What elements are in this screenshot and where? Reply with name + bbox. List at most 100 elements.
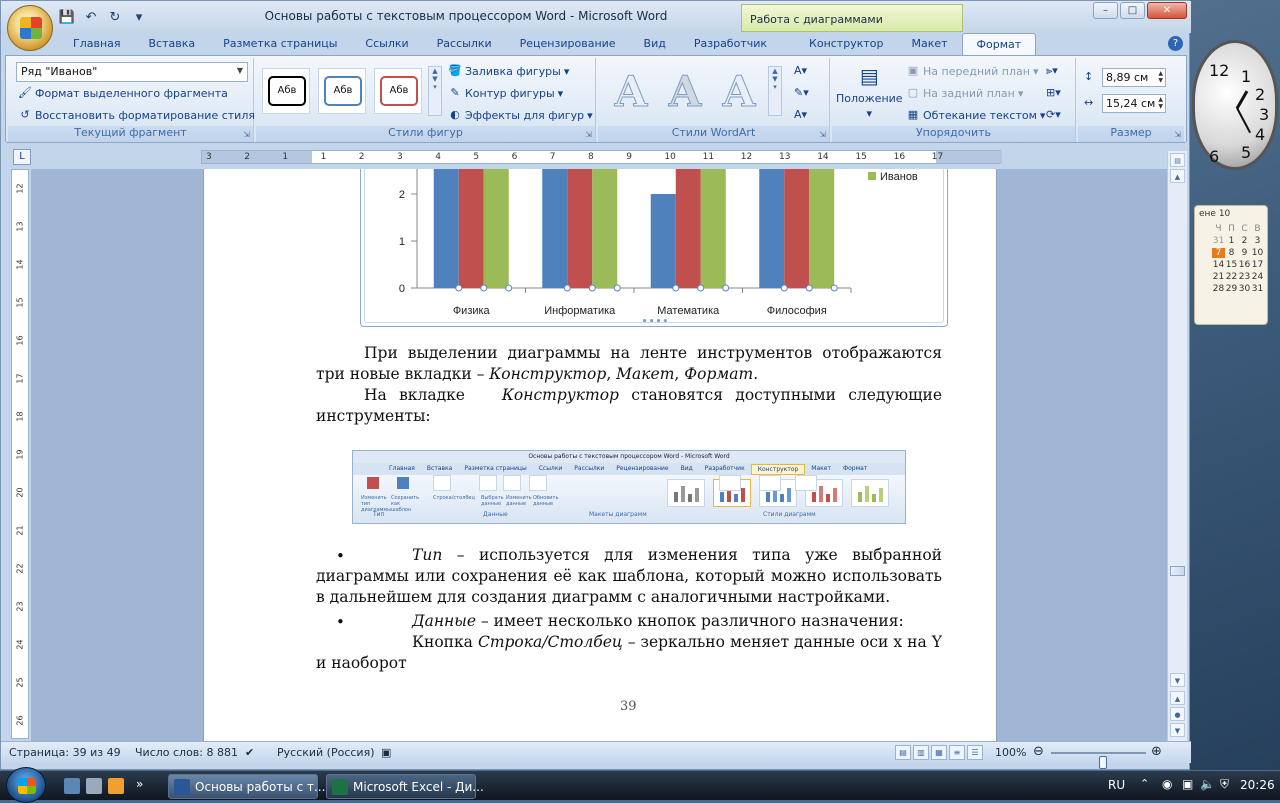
- page-count[interactable]: Страница: 39 из 49: [9, 746, 121, 759]
- network-icon[interactable]: ▣: [1182, 777, 1193, 791]
- taskbar-word-button[interactable]: Основы работы с т...: [168, 774, 325, 799]
- wordart-style[interactable]: A: [606, 67, 656, 116]
- taskbar-excel-button[interactable]: Microsoft Excel - Ди...: [326, 774, 484, 799]
- view-web-icon[interactable]: ▦: [931, 745, 947, 760]
- scroll-down-icon[interactable]: ▼: [1170, 673, 1185, 687]
- spelling-icon[interactable]: ✔: [245, 746, 254, 759]
- tab-insert[interactable]: Вставка: [135, 33, 210, 55]
- office-button[interactable]: [7, 5, 53, 51]
- clock-time[interactable]: 20:26: [1240, 778, 1275, 792]
- shape-style-thumb[interactable]: Абв: [262, 68, 310, 114]
- calendar-day[interactable]: 17: [1251, 260, 1264, 270]
- calendar-day[interactable]: 24: [1251, 272, 1264, 282]
- maximize-button[interactable]: □: [1120, 2, 1145, 19]
- dialog-launcher-icon[interactable]: ⇲: [243, 130, 250, 139]
- language-indicator[interactable]: RU: [1108, 778, 1125, 792]
- scroll-up-icon[interactable]: ▲: [1170, 169, 1185, 183]
- calendar-day[interactable]: 21: [1212, 272, 1225, 282]
- calendar-day[interactable]: 29: [1225, 284, 1238, 294]
- view-reading-icon[interactable]: ▥: [913, 745, 929, 760]
- shape-outline-button[interactable]: ✎ Контур фигуры ▾: [448, 86, 563, 100]
- calendar-day[interactable]: 28: [1212, 284, 1225, 294]
- calendar-day[interactable]: 9: [1238, 248, 1251, 258]
- ruler-toggle-icon[interactable]: ▤: [1170, 153, 1185, 167]
- spinner-icon[interactable]: ▲ ▼: [1158, 96, 1163, 110]
- calendar-day[interactable]: 31: [1212, 236, 1225, 246]
- browse-object-icon[interactable]: ●: [1170, 707, 1185, 721]
- text-wrap-button[interactable]: ▦ Обтекание текстом ▾: [906, 108, 1046, 122]
- width-field[interactable]: 15,24 см ▲ ▼: [1102, 94, 1166, 113]
- chart-object[interactable]: 0 1 2 Физика Информатика Математика Философия И…: [360, 169, 948, 327]
- shape-fill-button[interactable]: 🪣 Заливка фигуры ▾: [448, 64, 569, 78]
- dialog-launcher-icon[interactable]: ⇲: [585, 130, 592, 139]
- close-button[interactable]: ✕: [1147, 2, 1187, 19]
- text-fill-icon[interactable]: A▾: [794, 64, 807, 77]
- text-effects-icon[interactable]: A▾: [794, 108, 807, 121]
- tab-references[interactable]: Ссылки: [351, 33, 422, 55]
- dialog-launcher-icon[interactable]: ⇲: [1174, 130, 1181, 139]
- tab-home[interactable]: Главная: [59, 33, 135, 55]
- tab-review[interactable]: Рецензирование: [506, 33, 630, 55]
- zoom-level[interactable]: 100%: [995, 746, 1026, 759]
- view-outline-icon[interactable]: ≡: [949, 745, 965, 760]
- calendar-day[interactable]: 16: [1238, 260, 1251, 270]
- calendar-day[interactable]: 3: [1251, 236, 1264, 246]
- help-icon[interactable]: ?: [1168, 36, 1183, 51]
- calendar-day[interactable]: 1: [1225, 236, 1238, 246]
- bring-front-button[interactable]: ▣ На передний план ▾: [906, 64, 1039, 78]
- tab-page-layout[interactable]: Разметка страницы: [209, 33, 351, 55]
- gallery-scroll[interactable]: ▲ ▼ ▾: [768, 66, 782, 116]
- view-print-layout-icon[interactable]: ▤: [895, 745, 911, 760]
- language[interactable]: Русский (Россия): [277, 746, 375, 759]
- tray-chevron-icon[interactable]: ⌃: [1140, 777, 1149, 790]
- dialog-launcher-icon[interactable]: ⇲: [819, 130, 826, 139]
- switch-windows-icon[interactable]: [86, 778, 102, 794]
- rotate-icon[interactable]: ⟳▾: [1046, 108, 1061, 121]
- vertical-ruler[interactable]: 12 13 14 15 16 17 18 19 20 21 22 23 24 25 26: [11, 169, 29, 739]
- tab-developer[interactable]: Разработчик: [680, 33, 781, 55]
- spinner-icon[interactable]: ▲ ▼: [1158, 70, 1163, 84]
- shield-icon[interactable]: ⛨: [1220, 777, 1229, 792]
- calendar-day[interactable]: 23: [1238, 272, 1251, 282]
- gallery-scroll[interactable]: ▲ ▼ ▾: [428, 66, 442, 116]
- shape-effects-button[interactable]: ◐ Эффекты для фигур ▾: [448, 108, 592, 122]
- tab-design[interactable]: Конструктор: [795, 33, 897, 55]
- chart-element-selector[interactable]: Ряд "Иванов" ▼: [16, 62, 248, 82]
- align-icon[interactable]: ⫸▾: [1046, 64, 1058, 78]
- tab-selector-icon[interactable]: L: [13, 149, 31, 165]
- calendar-day[interactable]: 7: [1212, 248, 1225, 258]
- calendar-day[interactable]: 10: [1251, 248, 1264, 258]
- prev-page-icon[interactable]: ▲: [1170, 691, 1185, 705]
- vertical-scrollbar[interactable]: ▤ ▲ ▼ ▲ ● ▼: [1167, 151, 1187, 741]
- show-desktop-icon[interactable]: [64, 778, 80, 794]
- zoom-slider[interactable]: [1051, 752, 1146, 769]
- calendar-day[interactable]: 15: [1225, 260, 1238, 270]
- minimize-button[interactable]: –: [1093, 2, 1118, 19]
- start-button[interactable]: [6, 767, 46, 803]
- next-page-icon[interactable]: ▼: [1170, 723, 1185, 737]
- scroll-thumb[interactable]: [1170, 566, 1185, 576]
- calendar-day[interactable]: 22: [1225, 272, 1238, 282]
- wordart-style[interactable]: A: [714, 67, 764, 116]
- group-icon[interactable]: ⊞▾: [1046, 86, 1061, 99]
- tab-format[interactable]: Формат: [961, 33, 1037, 55]
- zoom-knob[interactable]: [1099, 756, 1108, 769]
- quicklaunch-more-icon[interactable]: »: [136, 777, 152, 793]
- calendar-day[interactable]: 14: [1212, 260, 1225, 270]
- calendar-day[interactable]: 30: [1238, 284, 1251, 294]
- volume-icon[interactable]: 🔈: [1200, 777, 1215, 791]
- text-outline-icon[interactable]: ✎▾: [794, 86, 809, 99]
- calendar-day[interactable]: 31: [1251, 284, 1264, 294]
- calendar-day[interactable]: 2: [1238, 236, 1251, 246]
- tray-icon[interactable]: ◉: [1162, 777, 1172, 791]
- document-page[interactable]: 0 1 2 Физика Информатика Математика Философия И…: [203, 169, 997, 741]
- shape-style-thumb[interactable]: Абв: [318, 68, 366, 114]
- media-player-icon[interactable]: [108, 778, 124, 794]
- wordart-style[interactable]: A: [660, 67, 710, 116]
- format-selection-button[interactable]: 🖌 Формат выделенного фрагмента: [18, 86, 228, 100]
- view-draft-icon[interactable]: ☰: [967, 745, 983, 760]
- zoom-in-icon[interactable]: ⊕: [1151, 744, 1162, 759]
- shape-style-thumb[interactable]: Абв: [374, 68, 422, 114]
- horizontal-ruler[interactable]: 3 2 1 1 2 3 4 5 6 7 8 9 10 11 12 13 14 15 16 17: [201, 150, 1002, 164]
- tab-mailings[interactable]: Рассылки: [423, 33, 506, 55]
